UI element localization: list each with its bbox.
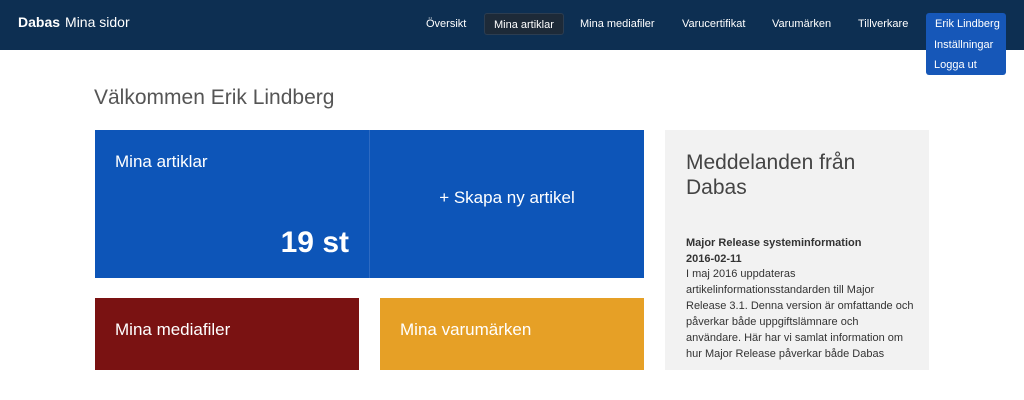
my-media-files-tile[interactable]: Mina mediafiler [95, 298, 359, 370]
nav-item-varumarken[interactable]: Varumärken [763, 13, 840, 35]
my-media-files-title: Mina mediafiler [115, 320, 231, 339]
my-articles-tile[interactable]: Mina artiklar 19 st [95, 130, 369, 278]
brand-name: Dabas [18, 14, 61, 30]
brand-logo[interactable]: Dabas Mina sidor [18, 14, 130, 30]
message-title: Major Release systeminformation [686, 237, 862, 249]
dropdown-item-logout[interactable]: Logga ut [926, 55, 1006, 75]
message-body: I maj 2016 uppdateras artikelinformation… [686, 268, 914, 360]
my-brands-tile[interactable]: Mina varumärken [380, 298, 644, 370]
nav-item-varucertifikat[interactable]: Varucertifikat [673, 13, 754, 35]
nav-item-oversikt[interactable]: Översikt [417, 13, 475, 35]
my-articles-title: Mina artiklar [115, 152, 208, 171]
messages-title: Meddelanden från Dabas [686, 151, 856, 199]
nav-item-tillverkare[interactable]: Tillverkare [849, 13, 917, 35]
top-navbar: Dabas Mina sidor Översikt Mina artiklar M… [0, 0, 1024, 50]
create-article-tile[interactable]: + Skapa ny artikel [369, 130, 644, 278]
user-dropdown-menu: Inställningar Logga ut [926, 35, 1006, 75]
my-brands-title: Mina varumärken [400, 320, 532, 339]
page-title: Välkommen Erik Lindberg [94, 86, 335, 109]
messages-panel: Meddelanden från Dabas Major Release sys… [665, 130, 929, 370]
brand-subtitle: Mina sidor [65, 14, 130, 30]
my-articles-count: 19 st [280, 226, 349, 259]
message-date: 2016-02-11 [686, 253, 742, 265]
message-heading: Major Release systeminformation 2016-02-… [686, 235, 916, 267]
create-article-label: + Skapa ny artikel [439, 188, 575, 207]
nav-item-mina-mediafiler[interactable]: Mina mediafiler [571, 13, 664, 35]
dropdown-item-settings[interactable]: Inställningar [926, 35, 1006, 55]
user-menu-button[interactable]: Erik Lindberg [926, 13, 1006, 35]
nav-item-mina-artiklar[interactable]: Mina artiklar [484, 13, 564, 35]
